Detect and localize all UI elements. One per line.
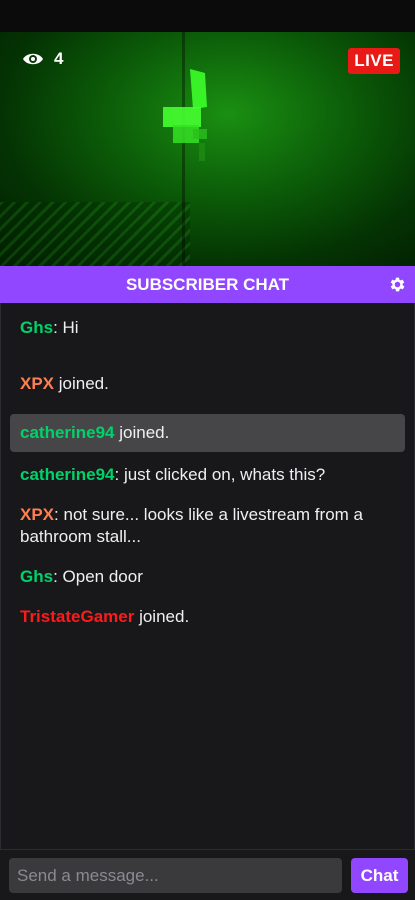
chat-title: SUBSCRIBER CHAT xyxy=(125,274,290,294)
viewer-count-value: 4 xyxy=(54,49,64,68)
chat-input-bar: Chat xyxy=(0,849,415,900)
chat-username[interactable]: XPX xyxy=(20,374,54,393)
chat-text: joined. xyxy=(119,423,170,442)
message-input[interactable] xyxy=(9,858,342,893)
chat-text: Hi xyxy=(62,318,79,337)
chat-text: just clicked on, whats this? xyxy=(123,465,326,484)
chat-message-list[interactable]: Ghs: Hi XPX joined. catherine94 joined. … xyxy=(0,303,415,849)
chat-text: not sure... looks like a livestream from… xyxy=(20,505,363,546)
chat-separator: : xyxy=(53,318,63,337)
send-chat-button[interactable]: Chat xyxy=(351,858,408,893)
viewer-count: 4 xyxy=(22,49,63,69)
chat-username[interactable]: catherine94 xyxy=(20,465,115,484)
chat-username[interactable]: XPX xyxy=(20,505,54,524)
app-root: 4 LIVE SUBSCRIBER CHAT Ghs: Hi XPX joine… xyxy=(0,0,415,900)
chat-username[interactable]: Ghs xyxy=(20,318,53,337)
chat-text: Open door xyxy=(62,567,143,586)
chat-separator: : xyxy=(114,465,124,484)
status-bar xyxy=(0,0,415,32)
chat-message: XPX joined. xyxy=(10,365,405,403)
eye-icon xyxy=(23,53,43,65)
video-floor-tiles xyxy=(0,202,190,266)
chat-message-highlighted: catherine94 joined. xyxy=(10,414,405,452)
chat-message: TristateGamer joined. xyxy=(10,598,405,636)
gear-icon[interactable] xyxy=(388,275,407,294)
chat-message: Ghs: Hi xyxy=(10,309,405,347)
chat-username[interactable]: Ghs xyxy=(20,567,53,586)
chat-separator: : xyxy=(53,567,63,586)
chat-username[interactable]: catherine94 xyxy=(20,423,115,442)
chat-username[interactable]: TristateGamer xyxy=(20,607,134,626)
chat-text: joined. xyxy=(58,374,109,393)
live-badge: LIVE xyxy=(348,48,400,74)
chat-message: XPX: not sure... looks like a livestream… xyxy=(10,496,405,556)
chat-message: catherine94: just clicked on, whats this… xyxy=(10,456,405,494)
chat-message: Ghs: Open door xyxy=(10,558,405,596)
chat-header: SUBSCRIBER CHAT xyxy=(0,266,415,303)
chat-text: joined. xyxy=(139,607,190,626)
video-lock-object xyxy=(163,69,207,161)
